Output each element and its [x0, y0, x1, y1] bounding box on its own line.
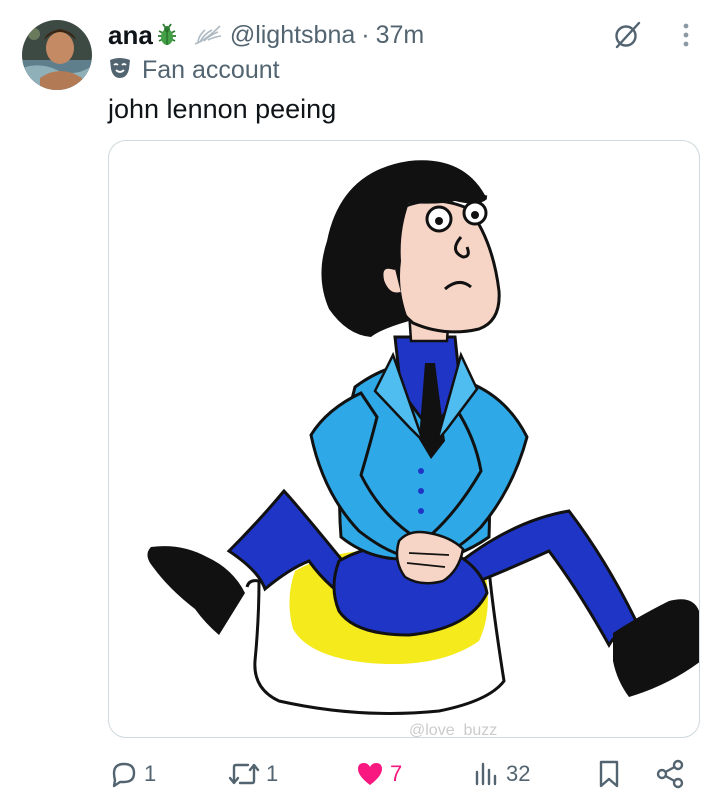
heart-filled-icon [358, 763, 382, 785]
tweet-media-image[interactable]: @love_buzz_ [108, 140, 700, 738]
reply-icon [112, 762, 136, 788]
repost-button[interactable]: 1 [226, 756, 278, 792]
label-text: Fan account [142, 55, 280, 84]
timestamp[interactable]: 37m [376, 21, 425, 50]
media-watermark: @love_buzz_ [409, 722, 507, 738]
wing-icon [192, 22, 224, 48]
cartoon-illustration: @love_buzz_ [147, 160, 699, 738]
share-icon [656, 759, 684, 789]
theater-mask-icon [108, 56, 132, 85]
more-options-icon[interactable] [672, 18, 700, 52]
tweet-text: john lennon peeing [108, 94, 337, 124]
repost-count: 1 [266, 761, 279, 786]
separator-dot: · [361, 20, 370, 49]
account-label[interactable]: Fan account [108, 54, 280, 86]
views-button[interactable]: 32 [472, 756, 530, 792]
views-count: 32 [506, 761, 531, 786]
share-button[interactable] [654, 756, 686, 792]
avatar-image [22, 20, 92, 90]
views-chart-icon [475, 762, 497, 786]
reply-count: 1 [144, 761, 157, 786]
like-button[interactable]: 7 [354, 756, 402, 792]
tweet-header: ana @lightsbna · 37m [108, 18, 424, 52]
tweet-actions: 1 1 7 32 [108, 756, 700, 792]
bookmark-button[interactable] [594, 756, 624, 792]
beetle-emoji-icon [154, 22, 180, 48]
author-name[interactable]: ana [108, 20, 153, 51]
avatar[interactable] [22, 20, 92, 90]
bookmark-icon [599, 760, 619, 788]
reply-button[interactable]: 1 [108, 756, 156, 792]
like-count: 7 [390, 761, 403, 786]
grok-icon[interactable] [610, 18, 644, 52]
repost-icon [228, 763, 260, 785]
author-handle[interactable]: @lightsbna [230, 21, 355, 50]
